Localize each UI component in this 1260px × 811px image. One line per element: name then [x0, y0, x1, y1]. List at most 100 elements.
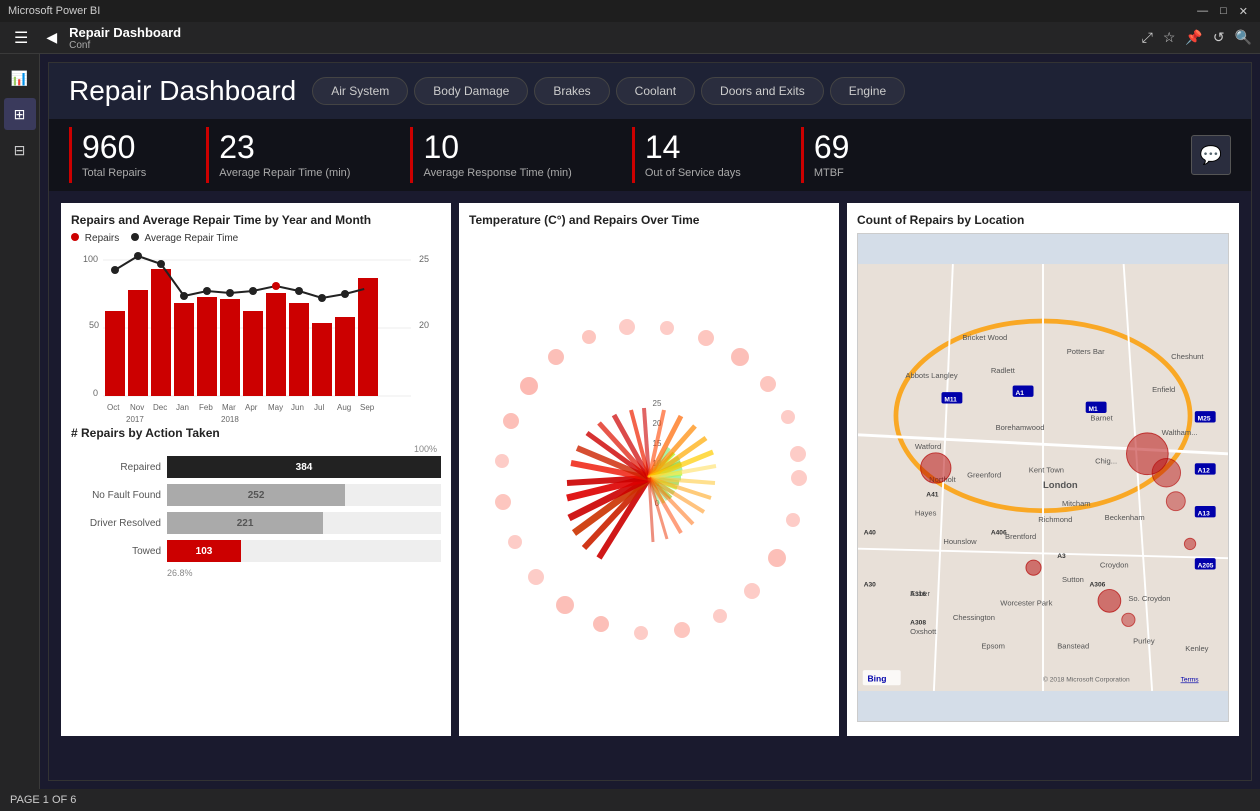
- percent-268-label: 26.8%: [167, 568, 441, 578]
- svg-text:Oxshott: Oxshott: [910, 627, 937, 636]
- menu-subtitle: Conf: [69, 40, 181, 51]
- legend-dot-repairs: [71, 233, 79, 241]
- kpi-value-1: 23: [219, 131, 350, 163]
- svg-text:London: London: [1043, 480, 1078, 491]
- svg-text:20: 20: [419, 320, 429, 330]
- svg-text:Jan: Jan: [176, 403, 189, 412]
- map-circle-south2: [1098, 589, 1121, 612]
- action-bar-driver-wrap: 221: [167, 512, 441, 534]
- dot-2: [157, 260, 165, 268]
- pin-icon[interactable]: 📌: [1185, 29, 1202, 46]
- maximize-btn[interactable]: □: [1216, 5, 1231, 18]
- menu-title: Repair Dashboard: [69, 25, 181, 40]
- svg-text:Watford: Watford: [915, 442, 941, 451]
- action-bar-towed-wrap: 103: [167, 540, 441, 562]
- tab-air-system[interactable]: Air System: [312, 77, 408, 105]
- svg-text:Esher: Esher: [910, 589, 930, 598]
- bar-dec: [151, 269, 171, 396]
- svg-text:A12: A12: [1198, 468, 1210, 475]
- svg-text:Borehamwood: Borehamwood: [996, 423, 1045, 432]
- nav-tabs: Air System Body Damage Brakes Coolant Do…: [312, 77, 905, 105]
- map-background: M11 A1 M1 M25 A12 A13 A205 A40 A30 A308 …: [857, 233, 1229, 722]
- svg-text:A3: A3: [1057, 553, 1066, 560]
- kpi-mtbf: 69 MTBF: [801, 127, 880, 183]
- hamburger-icon[interactable]: ☰: [8, 24, 34, 52]
- legend-repairs: Repairs: [71, 233, 119, 244]
- svg-text:M11: M11: [944, 397, 957, 404]
- title-bar-controls[interactable]: — □ ✕: [1193, 5, 1252, 18]
- svg-text:Purley: Purley: [1133, 637, 1155, 646]
- svg-text:2018: 2018: [221, 415, 239, 423]
- action-label-nofault: No Fault Found: [71, 490, 161, 501]
- svg-text:So. Croydon: So. Croydon: [1128, 594, 1170, 603]
- action-label-driver: Driver Resolved: [71, 518, 161, 529]
- action-bar-nofault-wrap: 252: [167, 484, 441, 506]
- tab-doors-exits[interactable]: Doors and Exits: [701, 77, 824, 105]
- kpi-label-1: Average Repair Time (min): [219, 167, 350, 179]
- svg-text:Kent Town: Kent Town: [1029, 466, 1064, 475]
- refresh-icon[interactable]: ↺: [1213, 29, 1225, 46]
- svg-text:Jul: Jul: [314, 403, 324, 412]
- sidebar-icon-dashboard[interactable]: ⊞: [4, 98, 36, 130]
- action-bar-nofault: 252: [167, 484, 345, 506]
- dash-header: Repair Dashboard Air System Body Damage …: [49, 63, 1251, 119]
- dot-11: [364, 284, 372, 292]
- dot-1: [134, 252, 142, 260]
- svg-text:A40: A40: [864, 529, 876, 536]
- dot-4: [203, 287, 211, 295]
- action-row-driver: Driver Resolved 221: [71, 512, 441, 534]
- svg-text:Oct: Oct: [107, 403, 120, 412]
- radial-chart-title: Temperature (C°) and Repairs Over Time: [469, 213, 829, 227]
- map-circle-east2: [1184, 538, 1195, 549]
- fullscreen-icon[interactable]: ⤢: [1142, 29, 1153, 46]
- svg-text:A30: A30: [864, 582, 876, 589]
- chat-button[interactable]: 💬: [1191, 135, 1231, 175]
- search-icon[interactable]: 🔍: [1235, 29, 1252, 46]
- page-indicator: PAGE 1 OF 6: [10, 794, 76, 806]
- content-area: Repair Dashboard Air System Body Damage …: [40, 54, 1260, 789]
- svg-text:Croydon: Croydon: [1100, 561, 1129, 570]
- left-panel: Repairs and Average Repair Time by Year …: [61, 203, 451, 736]
- close-btn[interactable]: ✕: [1235, 5, 1252, 18]
- svg-text:Feb: Feb: [199, 403, 213, 412]
- menu-bar: ☰ ◀ Repair Dashboard Conf ⤢ ☆ 📌 ↺ 🔍: [0, 22, 1260, 54]
- sidebar-icon-report[interactable]: 📊: [4, 62, 36, 94]
- svg-text:Abbots Langley: Abbots Langley: [905, 371, 957, 380]
- svg-text:25: 25: [653, 399, 662, 408]
- tab-brakes[interactable]: Brakes: [534, 77, 609, 105]
- action-bar-repaired: 384: [167, 456, 441, 478]
- map-circle-south3: [1122, 613, 1135, 626]
- minimize-btn[interactable]: —: [1193, 5, 1212, 18]
- map-circle-west1: [921, 453, 951, 483]
- svg-text:50: 50: [89, 320, 99, 330]
- dot-0: [111, 266, 119, 274]
- sidebar-icon-data[interactable]: ⊟: [4, 134, 36, 166]
- svg-text:Kenley: Kenley: [1185, 644, 1208, 653]
- bar-nov: [128, 290, 148, 396]
- bar-jan: [174, 303, 194, 396]
- svg-text:A308: A308: [910, 620, 926, 627]
- back-btn[interactable]: ◀: [42, 25, 61, 50]
- svg-text:Richmond: Richmond: [1038, 515, 1072, 524]
- kpi-value-4: 69: [814, 131, 850, 163]
- tab-engine[interactable]: Engine: [830, 77, 905, 105]
- svg-text:100: 100: [83, 254, 98, 264]
- tab-body-damage[interactable]: Body Damage: [414, 77, 528, 105]
- svg-text:Cheshunt: Cheshunt: [1171, 352, 1204, 361]
- tab-coolant[interactable]: Coolant: [616, 77, 695, 105]
- svg-text:Mar: Mar: [222, 403, 236, 412]
- svg-text:Brentford: Brentford: [1005, 532, 1036, 541]
- bar-mar: [220, 299, 240, 396]
- svg-text:A13: A13: [1198, 510, 1210, 517]
- bookmark-icon[interactable]: ☆: [1163, 29, 1176, 46]
- legend-dot-avg: [131, 233, 139, 241]
- svg-text:Waltham...: Waltham...: [1162, 428, 1198, 437]
- dashboard-title: Repair Dashboard: [69, 75, 296, 107]
- svg-text:Sep: Sep: [360, 403, 375, 412]
- svg-text:Potters Bar: Potters Bar: [1067, 347, 1105, 356]
- svg-text:M25: M25: [1198, 416, 1211, 423]
- mid-panel: Temperature (C°) and Repairs Over Time: [459, 203, 839, 736]
- action-row-towed: Towed 103: [71, 540, 441, 562]
- action-label-towed: Towed: [71, 546, 161, 557]
- dot-5: [226, 289, 234, 297]
